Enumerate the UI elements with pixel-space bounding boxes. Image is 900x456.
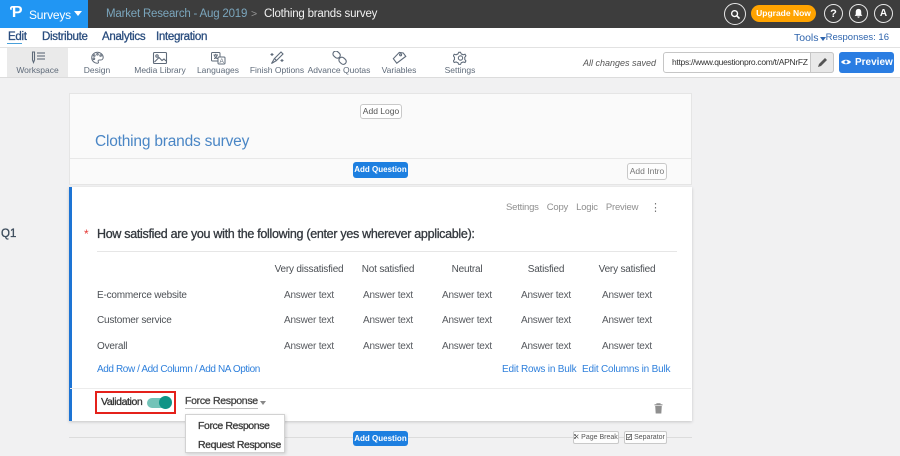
svg-text:A: A (220, 58, 225, 65)
